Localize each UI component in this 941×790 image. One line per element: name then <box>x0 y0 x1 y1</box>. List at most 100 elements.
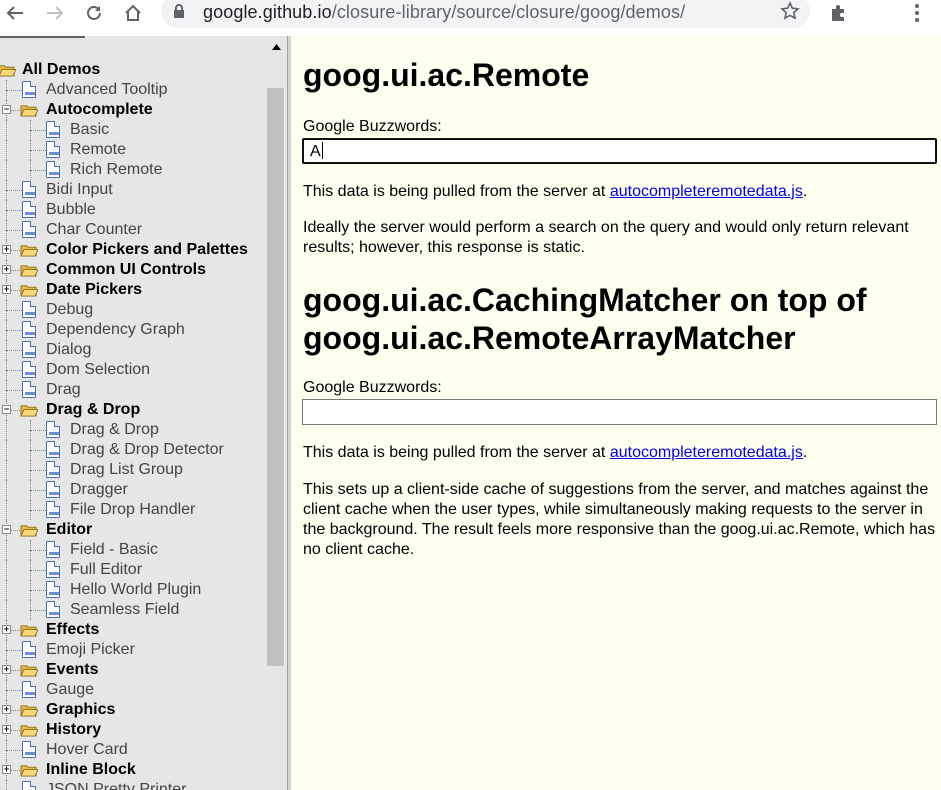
tree-item-label: Bubble <box>46 201 96 218</box>
tree-folder[interactable]: − Autocomplete <box>0 100 266 120</box>
page-icon <box>22 81 36 98</box>
expand-icon[interactable]: + <box>2 665 11 674</box>
demo-tree-pane: All Demos Advanced Tooltip − Autocomplete Ba… <box>0 36 287 790</box>
tree-connector <box>6 560 7 580</box>
section2-data-link[interactable]: autocompleteremotedata.js <box>610 444 803 461</box>
tree-connector <box>6 440 7 460</box>
tree-item-label: Gauge <box>46 681 95 698</box>
tree-item[interactable]: Emoji Picker <box>0 640 266 660</box>
tree-item[interactable]: Gauge <box>0 680 266 700</box>
tree-item[interactable]: Basic <box>0 120 266 140</box>
section2-title-line1: goog.ui.ac.CachingMatcher on top of <box>303 282 867 318</box>
tree-folder[interactable]: All Demos <box>0 60 266 80</box>
pane-header-underline <box>0 36 85 38</box>
bookmark-star-icon[interactable] <box>780 1 800 21</box>
folder-open-icon <box>20 265 38 277</box>
text-caret <box>321 142 323 159</box>
tree-item[interactable]: Drag <box>0 380 266 400</box>
section1-data-link[interactable]: autocompleteremotedata.js <box>610 183 803 200</box>
tree-connector <box>30 580 31 600</box>
folder-open-icon <box>20 525 38 537</box>
tree-folder[interactable]: − Drag & Drop <box>0 400 266 420</box>
tree-item-label: Hello World Plugin <box>70 581 202 598</box>
tree-folder[interactable]: + Inline Block <box>0 760 266 780</box>
tree-folder[interactable]: − Editor <box>0 520 266 540</box>
expand-icon[interactable]: + <box>2 625 11 634</box>
tree-connector <box>30 440 31 460</box>
scroll-up-button[interactable] <box>266 40 287 54</box>
tree-item-label: Autocomplete <box>46 101 153 118</box>
url-path: /closure-library/source/closure/goog/dem… <box>331 2 686 22</box>
tree-item[interactable]: Field - Basic <box>0 540 266 560</box>
expand-icon[interactable]: + <box>2 705 11 714</box>
address-bar[interactable]: google.github.io/closure-library/source/… <box>161 0 810 28</box>
tree-item[interactable]: Advanced Tooltip <box>0 80 266 100</box>
tree-connector <box>6 780 7 790</box>
tree-item[interactable]: Remote <box>0 140 266 160</box>
tree-folder[interactable]: + History <box>0 720 266 740</box>
tree-item[interactable]: Hover Card <box>0 740 266 760</box>
tree-item[interactable]: Debug <box>0 300 266 320</box>
extensions-button[interactable] <box>824 0 854 26</box>
section1-buzzwords-input[interactable]: A <box>302 138 937 164</box>
tree-item[interactable]: Dom Selection <box>0 360 266 380</box>
collapse-icon[interactable]: − <box>2 405 11 414</box>
tree-item[interactable]: Dragger <box>0 480 266 500</box>
section2-para2: This sets up a client-side cache of sugg… <box>303 481 936 558</box>
tree-item[interactable]: Bidi Input <box>0 180 266 200</box>
tree-folder[interactable]: + Effects <box>0 620 266 640</box>
tree-item[interactable]: File Drop Handler <box>0 500 266 520</box>
page-icon <box>22 361 36 378</box>
section1-para1: This data is being pulled from the serve… <box>303 182 939 202</box>
collapse-icon[interactable]: − <box>2 105 11 114</box>
tree-folder[interactable]: + Color Pickers and Palettes <box>0 240 266 260</box>
tree-item-label: Dependency Graph <box>46 321 185 338</box>
tree-connector <box>30 130 46 131</box>
tree-item[interactable]: Drag & Drop <box>0 420 266 440</box>
tree-item-label: Editor <box>46 521 93 538</box>
back-button[interactable] <box>0 0 30 26</box>
reload-button[interactable] <box>79 0 109 26</box>
tree-connector <box>6 340 7 360</box>
expand-icon[interactable]: + <box>2 245 11 254</box>
tree-connector <box>6 180 7 200</box>
tree-item[interactable]: Dialog <box>0 340 266 360</box>
tree-connector <box>30 550 46 551</box>
tree-item[interactable]: JSON Pretty Printer <box>0 780 266 790</box>
tree-item[interactable]: Bubble <box>0 200 266 220</box>
tree-folder[interactable]: + Graphics <box>0 700 266 720</box>
browser-menu-button[interactable] <box>904 0 930 26</box>
expand-icon[interactable]: + <box>2 265 11 274</box>
tree-item[interactable]: Char Counter <box>0 220 266 240</box>
tree-item[interactable]: Drag List Group <box>0 460 266 480</box>
tree-item-label: Advanced Tooltip <box>46 81 168 98</box>
tree-connector <box>6 380 7 400</box>
expand-icon[interactable]: + <box>2 725 11 734</box>
tree-folder[interactable]: + Common UI Controls <box>0 260 266 280</box>
forward-button[interactable] <box>40 0 70 26</box>
page-icon <box>46 461 60 478</box>
tree-connector <box>30 560 31 580</box>
tree-folder[interactable]: + Events <box>0 660 266 680</box>
tree-item[interactable]: Rich Remote <box>0 160 266 180</box>
tree-connector <box>6 480 7 500</box>
page-icon <box>46 421 60 438</box>
tree-item[interactable]: Dependency Graph <box>0 320 266 340</box>
tree-item[interactable]: Seamless Field <box>0 600 266 620</box>
tree-item[interactable]: Drag & Drop Detector <box>0 440 266 460</box>
tree-item-label: Basic <box>70 121 110 138</box>
section2-buzzwords-input[interactable] <box>302 399 937 425</box>
tree-connector <box>6 540 7 560</box>
tree-item[interactable]: Full Editor <box>0 560 266 580</box>
page-icon <box>46 161 60 178</box>
expand-icon[interactable]: + <box>2 285 11 294</box>
tree-scrollbar-thumb[interactable] <box>267 88 284 666</box>
home-button[interactable] <box>118 0 148 26</box>
collapse-icon[interactable]: − <box>2 525 11 534</box>
tree-item-label: Events <box>46 661 99 678</box>
tree-connector <box>6 350 22 351</box>
page-icon <box>22 741 36 758</box>
tree-item[interactable]: Hello World Plugin <box>0 580 266 600</box>
expand-icon[interactable]: + <box>2 765 11 774</box>
tree-folder[interactable]: + Date Pickers <box>0 280 266 300</box>
